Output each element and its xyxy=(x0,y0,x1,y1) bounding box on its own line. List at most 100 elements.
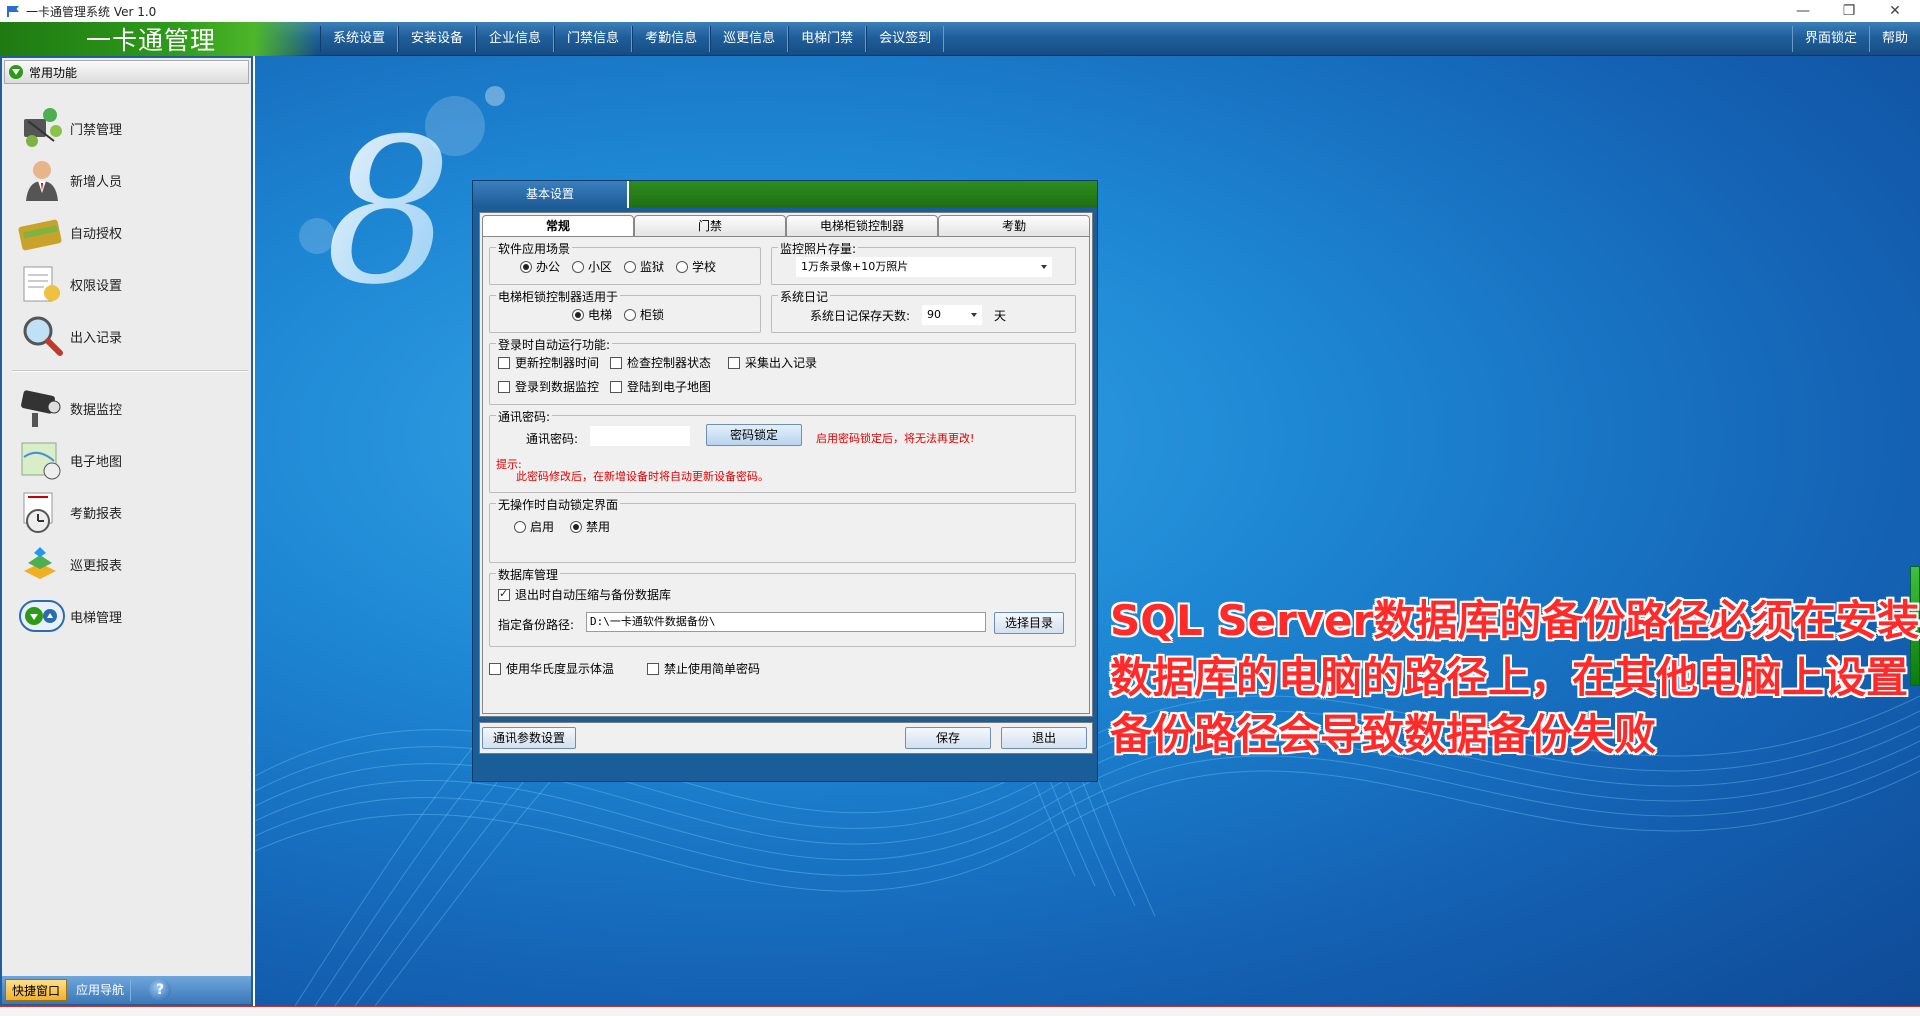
radio-residential[interactable]: 小区 xyxy=(572,258,612,275)
check-login-e-map[interactable]: 登陆到电子地图 xyxy=(610,378,711,395)
card-icon xyxy=(18,209,66,255)
dialog-footer: 通讯参数设置 保存 退出 xyxy=(479,722,1093,754)
sidebar-item-label: 考勤报表 xyxy=(70,506,123,522)
menu-lock-interface[interactable]: 界面锁定 xyxy=(1791,26,1869,52)
menu-band: 一卡通管理 系统设置 安装设备 企业信息 门禁信息 考勤信息 巡更信息 电梯门禁… xyxy=(0,22,1920,56)
restore-button[interactable]: ❐ xyxy=(1826,0,1872,22)
brand: 一卡通管理 xyxy=(0,22,318,56)
sidebar-item-door-access[interactable]: 门禁管理 xyxy=(18,104,122,152)
dialog-title-bar: 基本设置 xyxy=(473,181,1097,208)
sidebar-item-label: 数据监控 xyxy=(70,402,123,418)
radio-prison[interactable]: 监狱 xyxy=(624,258,664,275)
password-lock-button[interactable]: 密码锁定 xyxy=(706,424,802,446)
system-log-title: 系统日记 xyxy=(778,288,831,305)
radio-office[interactable]: 办公 xyxy=(520,258,560,275)
database-group: 数据库管理 退出时自动压缩与备份数据库 指定备份路径: D:\一卡通软件数据备份… xyxy=(489,566,1076,647)
radio-elevator[interactable]: 电梯 xyxy=(572,306,612,323)
camera-icon xyxy=(18,385,66,431)
tab-quick-window[interactable]: 快捷窗口 xyxy=(5,979,68,1001)
check-auto-backup[interactable]: 退出时自动压缩与备份数据库 xyxy=(498,586,671,603)
menu-patrol-info[interactable]: 巡更信息 xyxy=(710,26,789,52)
log-days-select[interactable]: 90 xyxy=(922,305,982,325)
radio-enable-lock[interactable]: 启用 xyxy=(514,518,554,535)
radio-school[interactable]: 学校 xyxy=(676,258,716,275)
radio-cabinet-lock[interactable]: 柜锁 xyxy=(624,306,664,323)
sidebar-header[interactable]: 常用功能 xyxy=(4,60,249,84)
sidebar: 常用功能 门禁管理 新增人员 自动授权 权限设置 出入记录 数据监控 电子地图 … xyxy=(0,56,253,1006)
menu-elevator-access[interactable]: 电梯门禁 xyxy=(788,26,867,52)
password-lock-warning: 启用密码锁定后，将无法再更改! xyxy=(816,432,975,445)
tab-door-access[interactable]: 门禁 xyxy=(634,215,786,237)
exit-button[interactable]: 退出 xyxy=(1001,727,1087,749)
save-button[interactable]: 保存 xyxy=(905,727,991,749)
menu-install-devices[interactable]: 安装设备 xyxy=(398,26,477,52)
check-update-controller-time[interactable]: 更新控制器时间 xyxy=(498,354,599,371)
tab-app-navigation[interactable]: 应用导航 xyxy=(70,979,132,1001)
check-fahrenheit[interactable]: 使用华氏度显示体温 xyxy=(489,660,614,677)
comm-params-button[interactable]: 通讯参数设置 xyxy=(482,727,576,749)
sidebar-item-permission-settings[interactable]: 权限设置 xyxy=(18,260,122,308)
backup-path-label: 指定备份路径: xyxy=(498,618,575,632)
sidebar-item-add-person[interactable]: 新增人员 xyxy=(18,156,122,204)
window-title: 一卡通管理系统 Ver 1.0 xyxy=(26,4,157,19)
dropdown-arrow-icon xyxy=(971,313,977,317)
sidebar-item-e-map[interactable]: 电子地图 xyxy=(18,436,122,484)
check-no-simple-password[interactable]: 禁止使用简单密码 xyxy=(647,660,760,677)
menu-system-settings[interactable]: 系统设置 xyxy=(320,26,399,52)
settings-tabs: 常规 门禁 电梯柜锁控制器 考勤 xyxy=(482,215,1090,237)
menu-door-info[interactable]: 门禁信息 xyxy=(554,26,633,52)
main-menu: 系统设置 安装设备 企业信息 门禁信息 考勤信息 巡更信息 电梯门禁 会议签到 xyxy=(320,26,945,52)
close-button[interactable]: ✕ xyxy=(1872,0,1918,22)
help-icon[interactable]: ? xyxy=(149,979,172,1001)
general-panel: 软件应用场景 办公 小区 监狱 学校 监控照片存量: 1万条录像+10万照片 电… xyxy=(482,236,1090,714)
brand-title: 一卡通管理 xyxy=(86,26,217,55)
sidebar-item-auto-authorize[interactable]: 自动授权 xyxy=(18,208,122,256)
backup-path-input[interactable]: D:\一卡通软件数据备份\ xyxy=(586,612,986,632)
menu-company-info[interactable]: 企业信息 xyxy=(476,26,555,52)
log-days-label: 系统日记保存天数: xyxy=(810,309,911,323)
tab-general[interactable]: 常规 xyxy=(482,215,634,237)
dialog-body: 常规 门禁 电梯柜锁控制器 考勤 软件应用场景 办公 小区 监狱 学校 监控照片… xyxy=(479,212,1093,717)
check-login-data-monitor[interactable]: 登录到数据监控 xyxy=(498,378,599,395)
sidebar-item-data-monitor[interactable]: 数据监控 xyxy=(18,384,122,432)
photo-storage-group: 监控照片存量: 1万条录像+10万照片 xyxy=(771,240,1076,285)
sidebar-item-elevator-management[interactable]: 电梯管理 xyxy=(18,592,122,640)
photo-storage-title: 监控照片存量: xyxy=(778,240,859,257)
system-log-group: 系统日记 系统日记保存天数: 90 天 xyxy=(771,288,1076,333)
patrol-icon xyxy=(18,541,66,587)
sidebar-item-attendance-report[interactable]: 考勤报表 xyxy=(18,488,122,536)
check-controller-status[interactable]: 检查控制器状态 xyxy=(610,354,711,371)
minimize-button[interactable]: — xyxy=(1780,0,1826,22)
choose-directory-button[interactable]: 选择目录 xyxy=(994,612,1064,634)
elevator-icon xyxy=(18,593,66,639)
auto-lock-group: 无操作时自动锁定界面 启用 禁用 xyxy=(489,496,1076,563)
dialog-title: 基本设置 xyxy=(473,181,629,208)
database-title: 数据库管理 xyxy=(496,566,561,583)
radio-disable-lock[interactable]: 禁用 xyxy=(570,518,610,535)
menu-help[interactable]: 帮助 xyxy=(1868,26,1920,52)
tab-attendance[interactable]: 考勤 xyxy=(938,215,1090,237)
sidebar-item-label: 权限设置 xyxy=(70,278,123,294)
sidebar-divider xyxy=(12,370,248,372)
sidebar-item-label: 新增人员 xyxy=(70,174,123,190)
sidebar-item-label: 门禁管理 xyxy=(70,122,123,138)
comm-password-input[interactable] xyxy=(590,426,690,446)
check-collect-records[interactable]: 采集出入记录 xyxy=(728,354,817,371)
app-scene-title: 软件应用场景 xyxy=(496,240,573,257)
map-icon xyxy=(18,437,66,483)
sidebar-item-access-records[interactable]: 出入记录 xyxy=(18,312,122,360)
sidebar-item-label: 出入记录 xyxy=(70,330,123,346)
sidebar-item-label: 电梯管理 xyxy=(70,610,123,626)
permission-doc-icon xyxy=(18,261,66,307)
tab-elevator-lock-controller[interactable]: 电梯柜锁控制器 xyxy=(786,215,938,237)
app-scene-group: 软件应用场景 办公 小区 监狱 学校 xyxy=(489,240,761,285)
collapse-chevron-icon[interactable] xyxy=(9,65,23,79)
person-icon xyxy=(18,157,66,203)
dropdown-arrow-icon xyxy=(1041,265,1047,269)
photo-storage-select[interactable]: 1万条录像+10万照片 xyxy=(796,257,1052,277)
comm-password-label: 通讯密码: xyxy=(526,432,579,446)
sidebar-item-patrol-report[interactable]: 巡更报表 xyxy=(18,540,122,588)
menu-attendance-info[interactable]: 考勤信息 xyxy=(632,26,711,52)
comm-password-title: 通讯密码: xyxy=(496,408,553,425)
menu-meeting-signin[interactable]: 会议签到 xyxy=(866,26,945,52)
